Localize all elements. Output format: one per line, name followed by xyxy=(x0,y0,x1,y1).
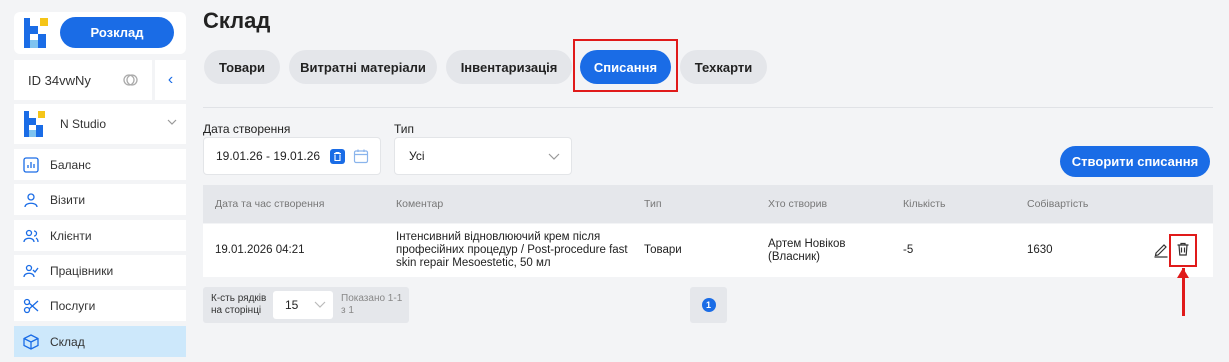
arrow-head xyxy=(1177,268,1189,278)
date-range-value: 19.01.26 - 19.01.26 xyxy=(216,149,321,163)
cell-cost: 1630 xyxy=(1027,244,1053,256)
cell-creator: Артем Новіков (Власник) xyxy=(768,238,846,263)
column-header: Коментар xyxy=(396,198,444,210)
date-filter-label: Дата створення xyxy=(203,122,291,136)
cell-datetime: 19.01.2026 04:21 xyxy=(215,244,305,256)
studio-logo-icon xyxy=(24,111,45,137)
rows-per-page-select[interactable]: 15 xyxy=(273,291,333,319)
column-header: Собівартість xyxy=(1027,198,1089,210)
studio-selector[interactable]: N Studio xyxy=(14,104,186,144)
table-row[interactable]: 19.01.2026 04:21 Інтенсивний відновлюючи… xyxy=(203,224,1213,277)
users-icon xyxy=(22,227,40,245)
page-button[interactable]: 1 xyxy=(701,298,716,312)
pagination-pages: 1 xyxy=(690,287,727,323)
clear-date-icon[interactable] xyxy=(330,149,345,164)
schedule-button[interactable]: Розклад xyxy=(60,17,174,48)
sidebar-item-services[interactable]: Послуги xyxy=(14,290,186,321)
box-icon xyxy=(22,333,40,351)
tab-inventory[interactable]: Інвентаризація xyxy=(446,50,572,84)
cell-quantity: -5 xyxy=(903,244,914,256)
sidebar-item-visits[interactable]: Візити xyxy=(14,184,186,215)
column-header: Хто створив xyxy=(768,198,828,210)
pagination-controls: К-сть рядків на сторінці 15 Показано 1-1… xyxy=(203,287,409,323)
sidebar-item-label: Баланс xyxy=(50,157,91,172)
divider xyxy=(203,107,1213,108)
sidebar-item-label: Візити xyxy=(50,192,86,207)
logo-icon xyxy=(24,18,48,48)
rows-per-page-label: К-сть рядків на сторінці xyxy=(211,293,267,316)
collapse-sidebar-button[interactable]: ‹ xyxy=(155,60,186,100)
chevron-down-icon xyxy=(167,119,177,125)
column-header: Дата та час створення xyxy=(215,198,325,210)
scissors-icon xyxy=(22,297,40,315)
sidebar-item-employees[interactable]: Працівники xyxy=(14,255,186,286)
sidebar-item-clients[interactable]: Клієнти xyxy=(14,220,186,251)
account-id: ID 34vwNy xyxy=(28,72,91,88)
table-header: Дата та час створення Коментар Тип Хто с… xyxy=(203,185,1213,223)
user-check-icon xyxy=(22,262,40,280)
chevron-down-icon xyxy=(548,153,560,160)
sidebar: Розклад ID 34vwNy ‹ N Studio Баланс Візи… xyxy=(0,0,196,362)
logo-row: Розклад xyxy=(14,12,186,54)
page-title: Склад xyxy=(203,8,271,33)
sidebar-item-balance[interactable]: Баланс xyxy=(14,149,186,180)
column-header: Тип xyxy=(644,198,662,210)
account-id-row: ID 34vwNy xyxy=(14,60,152,100)
cell-comment: Інтенсивний відновлюючий крем після проф… xyxy=(396,231,628,269)
copy-icon[interactable] xyxy=(122,72,138,88)
type-select-value: Усі xyxy=(409,149,425,163)
highlight-box xyxy=(573,39,678,92)
type-filter-label: Тип xyxy=(394,122,415,136)
user-icon xyxy=(22,191,40,209)
studio-name: N Studio xyxy=(60,117,107,131)
highlight-box xyxy=(1169,234,1197,267)
sidebar-item-label: Клієнти xyxy=(50,228,92,243)
sidebar-item-label: Працівники xyxy=(50,263,114,278)
tab-goods[interactable]: Товари xyxy=(204,50,280,84)
sidebar-item-label: Послуги xyxy=(50,298,96,313)
chart-icon xyxy=(22,156,40,174)
type-select[interactable]: Усі xyxy=(394,137,572,175)
date-range-input[interactable]: 19.01.26 - 19.01.26 xyxy=(203,137,381,175)
sidebar-item-label: Склад xyxy=(50,334,85,349)
cell-type: Товари xyxy=(644,244,682,256)
chevron-left-icon: ‹ xyxy=(167,71,174,88)
tab-consumables[interactable]: Витратні матеріали xyxy=(289,50,437,84)
tab-tech-cards[interactable]: Техкарти xyxy=(680,50,767,84)
column-header: Кількість xyxy=(903,198,946,210)
edit-icon[interactable] xyxy=(1153,242,1169,258)
shown-count: Показано 1-1 з 1 xyxy=(341,293,403,316)
rows-per-page-value: 15 xyxy=(285,298,299,312)
calendar-icon[interactable] xyxy=(353,148,369,164)
chevron-down-icon xyxy=(314,301,326,308)
create-write-off-button[interactable]: Створити списання xyxy=(1060,146,1210,177)
sidebar-item-warehouse[interactable]: Склад xyxy=(14,326,186,357)
